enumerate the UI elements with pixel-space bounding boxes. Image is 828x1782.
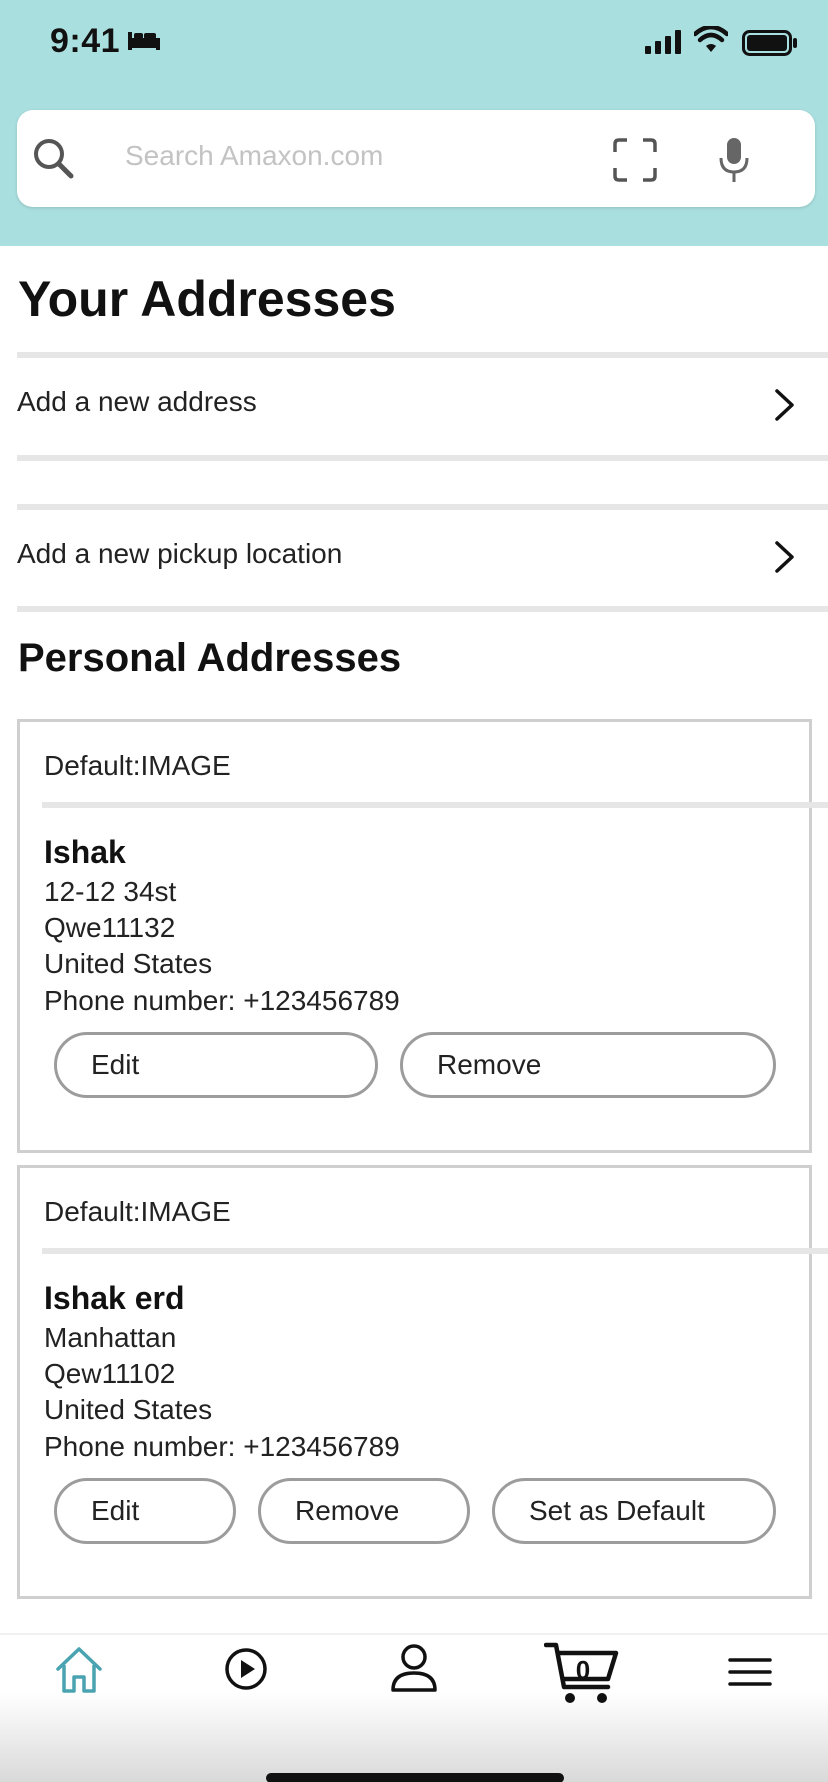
search-icon bbox=[34, 139, 74, 179]
video-icon[interactable] bbox=[224, 1647, 268, 1691]
menu-icon[interactable] bbox=[728, 1655, 772, 1689]
divider bbox=[17, 606, 828, 612]
addresses-page: 9:41 Search Amaxon.com Your Addresses Ad… bbox=[0, 0, 828, 1782]
nav-divider bbox=[0, 1633, 828, 1635]
section-title: Personal Addresses bbox=[18, 636, 402, 680]
address-phone: Phone number: +123456789 bbox=[44, 1431, 400, 1462]
address-line1: 12-12 34st bbox=[44, 876, 177, 907]
address-country: United States bbox=[44, 948, 213, 979]
battery-icon bbox=[742, 30, 797, 56]
edit-button[interactable]: Edit bbox=[54, 1478, 236, 1544]
header: 9:41 Search Amaxon.com bbox=[0, 0, 828, 246]
account-icon[interactable] bbox=[390, 1643, 438, 1693]
address-phone: Phone number: +123456789 bbox=[44, 985, 400, 1016]
home-indicator[interactable] bbox=[266, 1773, 564, 1782]
address-country: United States bbox=[44, 1394, 213, 1425]
chevron-right-icon bbox=[775, 389, 794, 421]
card-divider bbox=[42, 1248, 828, 1254]
default-label: Default:IMAGE bbox=[44, 750, 231, 781]
status-bar: 9:41 bbox=[0, 0, 828, 90]
divider bbox=[17, 455, 828, 461]
address-card: Default:IMAGE Ishak 12-12 34st Qwe11132 … bbox=[17, 719, 828, 1153]
page-title: Your Addresses bbox=[18, 271, 396, 327]
bottom-nav: 0 bbox=[0, 1633, 828, 1782]
address-name: Ishak erd bbox=[44, 1280, 185, 1316]
home-icon[interactable] bbox=[54, 1645, 104, 1695]
scan-icon[interactable] bbox=[613, 138, 657, 182]
address-card: Default:IMAGE Ishak erd Manhattan Qew111… bbox=[17, 1165, 828, 1599]
add-new-pickup-label: Add a new pickup location bbox=[17, 538, 343, 569]
address-line1: Manhattan bbox=[44, 1322, 177, 1353]
sleep-mode-icon bbox=[128, 32, 160, 50]
cart-count-badge: 0 bbox=[575, 1655, 591, 1685]
remove-button[interactable]: Remove bbox=[400, 1032, 776, 1098]
add-new-address-link[interactable]: Add a new address bbox=[17, 358, 828, 448]
add-new-pickup-link[interactable]: Add a new pickup location bbox=[17, 510, 828, 600]
edit-button[interactable]: Edit bbox=[54, 1032, 378, 1098]
microphone-icon[interactable] bbox=[717, 136, 751, 184]
add-new-address-label: Add a new address bbox=[17, 386, 257, 417]
status-time: 9:41 bbox=[50, 22, 121, 60]
address-line2: Qew11102 bbox=[44, 1358, 176, 1389]
cellular-signal-icon bbox=[645, 30, 681, 54]
search-bar[interactable]: Search Amaxon.com bbox=[17, 110, 815, 207]
set-as-default-button[interactable]: Set as Default bbox=[492, 1478, 776, 1544]
default-label: Default:IMAGE bbox=[44, 1196, 231, 1227]
card-divider bbox=[42, 802, 828, 808]
address-name: Ishak bbox=[44, 834, 126, 870]
remove-button[interactable]: Remove bbox=[258, 1478, 470, 1544]
address-line2: Qwe11132 bbox=[44, 912, 176, 943]
chevron-right-icon bbox=[775, 541, 794, 573]
wifi-icon bbox=[694, 26, 728, 52]
search-input[interactable]: Search Amaxon.com bbox=[125, 140, 383, 172]
